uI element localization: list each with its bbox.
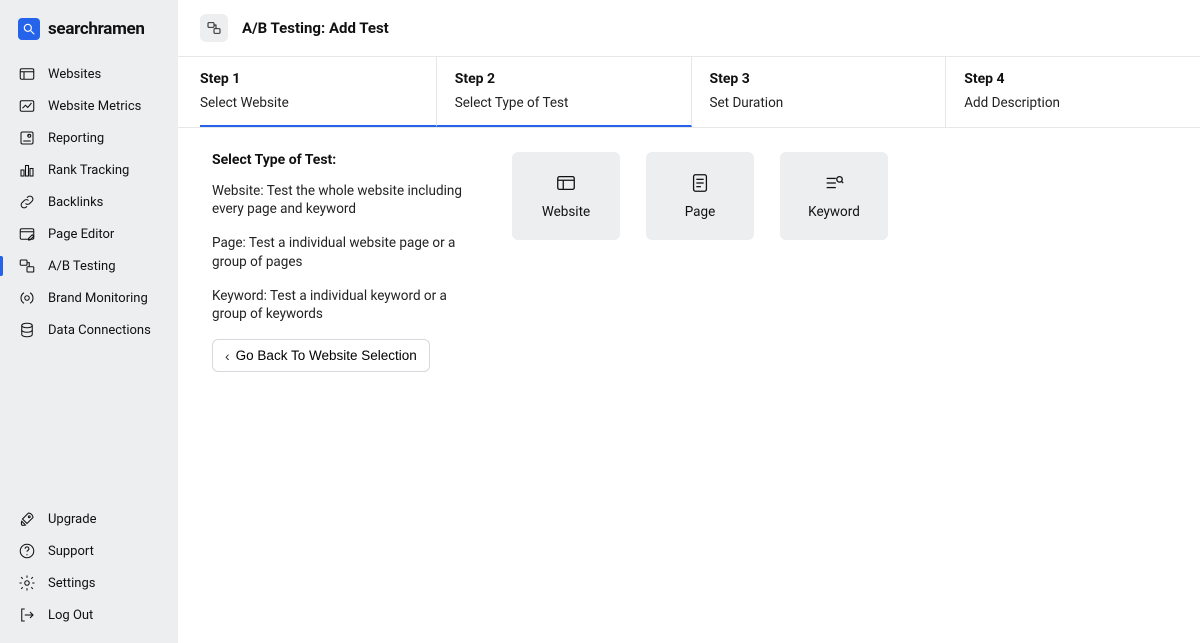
globe-icon bbox=[18, 65, 36, 83]
ab-test-icon bbox=[18, 257, 36, 275]
sidebar-item-label: Page Editor bbox=[48, 227, 114, 242]
sidebar-nav: Websites Website Metrics Reporting Rank … bbox=[0, 58, 178, 346]
chart-icon bbox=[18, 97, 36, 115]
sidebar-item-label: A/B Testing bbox=[48, 259, 116, 274]
logout-icon bbox=[18, 606, 36, 624]
sidebar-item-backlinks[interactable]: Backlinks bbox=[0, 186, 178, 218]
sidebar-item-data-connections[interactable]: Data Connections bbox=[0, 314, 178, 346]
editor-icon bbox=[18, 225, 36, 243]
go-back-label: Go Back To Website Selection bbox=[236, 348, 417, 363]
type-card-label: Keyword bbox=[808, 204, 860, 220]
page-title: A/B Testing: Add Test bbox=[242, 19, 389, 37]
help-icon bbox=[18, 542, 36, 560]
step-sub: Select Type of Test bbox=[455, 95, 691, 111]
step-body: Select Type of Test: Website: Test the w… bbox=[178, 128, 1200, 396]
step-title: Step 4 bbox=[964, 71, 1200, 87]
step-title: Step 1 bbox=[200, 71, 436, 87]
step-3[interactable]: Step 3 Set Duration bbox=[692, 57, 947, 127]
sidebar-item-label: Log Out bbox=[48, 608, 93, 623]
type-card-website[interactable]: Website bbox=[512, 152, 620, 240]
sidebar-item-rank-tracking[interactable]: Rank Tracking bbox=[0, 154, 178, 186]
type-info: Select Type of Test: Website: Test the w… bbox=[212, 152, 472, 372]
step-sub: Select Website bbox=[200, 95, 436, 111]
search-icon bbox=[18, 18, 40, 40]
type-card-label: Website bbox=[542, 204, 590, 220]
gear-icon bbox=[18, 574, 36, 592]
data-icon bbox=[18, 321, 36, 339]
step-sub: Add Description bbox=[964, 95, 1200, 111]
rocket-icon bbox=[18, 510, 36, 528]
ab-test-icon bbox=[200, 14, 228, 42]
sidebar-item-label: Support bbox=[48, 544, 94, 559]
main-content: A/B Testing: Add Test Step 1 Select Webs… bbox=[178, 0, 1200, 643]
step-title: Step 3 bbox=[710, 71, 946, 87]
step-1[interactable]: Step 1 Select Website bbox=[200, 57, 437, 127]
step-title: Step 2 bbox=[455, 71, 691, 87]
sidebar-item-upgrade[interactable]: Upgrade bbox=[0, 503, 178, 535]
sidebar-item-website-metrics[interactable]: Website Metrics bbox=[0, 90, 178, 122]
type-desc-keyword: Keyword: Test a individual keyword or a … bbox=[212, 287, 472, 323]
keyword-icon bbox=[823, 172, 845, 194]
chevron-left-icon: ‹ bbox=[225, 349, 230, 363]
monitor-icon bbox=[18, 289, 36, 307]
topbar: A/B Testing: Add Test bbox=[178, 0, 1200, 57]
report-icon bbox=[18, 129, 36, 147]
sidebar: searchramen Websites Website Metrics Rep… bbox=[0, 0, 178, 643]
brand-logo[interactable]: searchramen bbox=[0, 18, 178, 58]
type-card-keyword[interactable]: Keyword bbox=[780, 152, 888, 240]
sidebar-item-page-editor[interactable]: Page Editor bbox=[0, 218, 178, 250]
sidebar-item-label: Rank Tracking bbox=[48, 163, 129, 178]
brand-name: searchramen bbox=[48, 19, 145, 39]
link-icon bbox=[18, 193, 36, 211]
website-icon bbox=[555, 172, 577, 194]
sidebar-item-label: Settings bbox=[48, 576, 95, 591]
sidebar-item-logout[interactable]: Log Out bbox=[0, 599, 178, 631]
go-back-button[interactable]: ‹ Go Back To Website Selection bbox=[212, 339, 430, 372]
stepper: Step 1 Select Website Step 2 Select Type… bbox=[178, 57, 1200, 128]
section-heading: Select Type of Test: bbox=[212, 152, 472, 168]
sidebar-bottom-nav: Upgrade Support Settings Log Out bbox=[0, 503, 178, 631]
type-desc-website: Website: Test the whole website includin… bbox=[212, 182, 472, 218]
sidebar-item-label: Upgrade bbox=[48, 512, 96, 527]
sidebar-item-support[interactable]: Support bbox=[0, 535, 178, 567]
sidebar-item-ab-testing[interactable]: A/B Testing bbox=[0, 250, 178, 282]
sidebar-item-label: Websites bbox=[48, 67, 101, 82]
sidebar-item-label: Brand Monitoring bbox=[48, 291, 148, 306]
page-icon bbox=[689, 172, 711, 194]
sidebar-item-label: Reporting bbox=[48, 131, 104, 146]
sidebar-item-label: Website Metrics bbox=[48, 99, 141, 114]
step-sub: Set Duration bbox=[710, 95, 946, 111]
type-card-label: Page bbox=[685, 204, 716, 220]
type-desc-page: Page: Test a individual website page or … bbox=[212, 234, 472, 270]
sidebar-item-brand-monitoring[interactable]: Brand Monitoring bbox=[0, 282, 178, 314]
sidebar-item-settings[interactable]: Settings bbox=[0, 567, 178, 599]
type-cards: Website Page Keyword bbox=[512, 152, 888, 372]
step-4[interactable]: Step 4 Add Description bbox=[946, 57, 1200, 127]
ranking-icon bbox=[18, 161, 36, 179]
step-2[interactable]: Step 2 Select Type of Test bbox=[437, 57, 692, 127]
type-card-page[interactable]: Page bbox=[646, 152, 754, 240]
sidebar-item-label: Data Connections bbox=[48, 323, 151, 338]
sidebar-item-websites[interactable]: Websites bbox=[0, 58, 178, 90]
sidebar-item-reporting[interactable]: Reporting bbox=[0, 122, 178, 154]
sidebar-item-label: Backlinks bbox=[48, 195, 103, 210]
